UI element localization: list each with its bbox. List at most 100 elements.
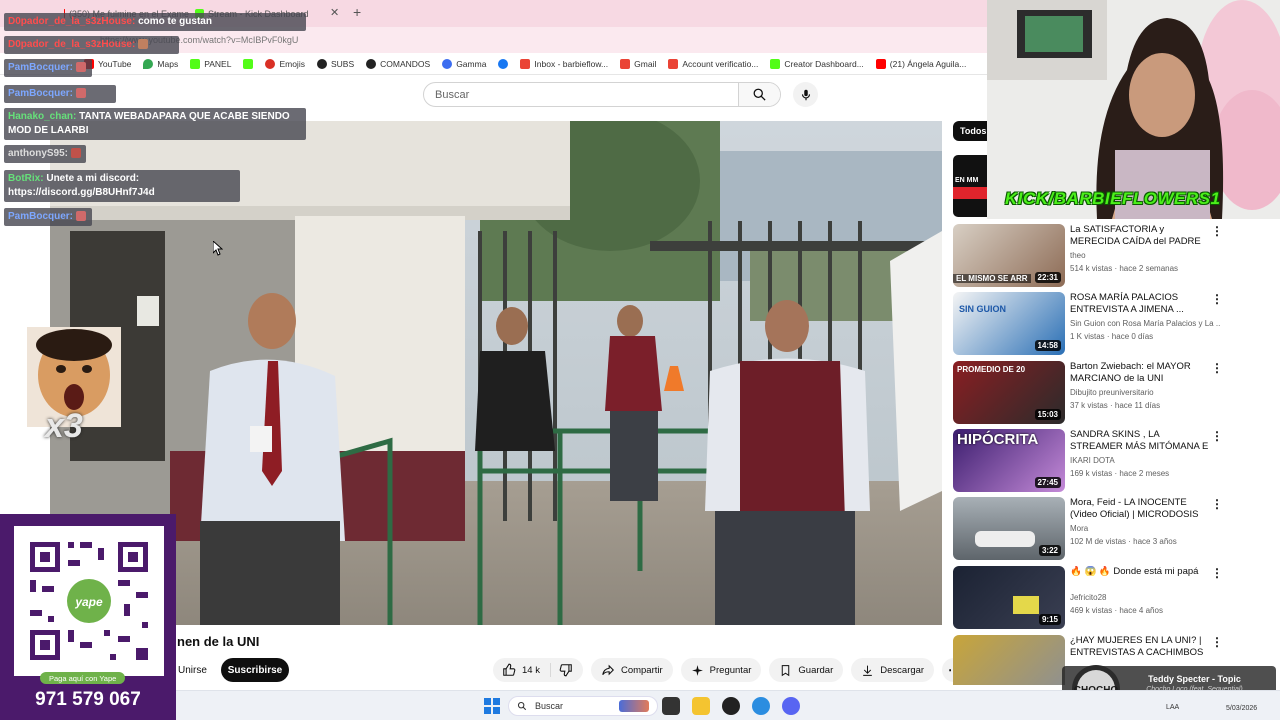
bookmark-label: Maps [157,58,179,69]
recommendation-meta: 37 k vistas · hace 11 días [1070,401,1161,410]
obs-icon[interactable] [722,697,740,715]
chat-text: como te gustan [138,16,212,27]
bookmark-kick[interactable] [243,58,254,69]
more-vertical-icon[interactable]: ⋮ [1211,635,1223,649]
more-vertical-icon[interactable]: ⋮ [1211,361,1223,375]
discord-icon[interactable] [782,697,800,715]
recommendation-channel: IKARI DOTA [1070,456,1115,465]
voice-search-button[interactable] [793,82,818,107]
svg-text:yape: yape [74,595,103,609]
ask-button[interactable]: Preguntar [680,658,762,682]
dislike-button[interactable] [551,663,583,677]
chat-username: anthonyS95: [8,148,69,159]
more-vertical-icon[interactable]: ⋮ [1211,224,1223,238]
taskbar-language: LAA [1166,704,1180,711]
taskview-icon[interactable] [662,697,680,715]
recommendation-meta: 169 k vistas · hace 2 meses [1070,469,1170,478]
recommendation-thumbnail-partial[interactable]: EN MM [953,155,987,217]
recommendation-item[interactable]: EL MISMO SE ARR 22:31 La SATISFACTORIA y… [953,224,1233,288]
sparkle-icon [691,664,703,676]
join-button[interactable]: Unirse [176,658,209,682]
new-tab-icon[interactable]: + [353,4,361,20]
bookmark-label: Emojis [279,58,305,69]
recommendation-thumbnail: 9:15 [953,566,1065,629]
chat-username: PamBocquer: [8,211,74,222]
gear-icon [316,58,327,69]
thumbs-up-icon [503,663,516,676]
chat-message: Hanako_chan: TANTA WEBADAPARA QUE ACABE … [4,108,306,140]
bookmark-gmail[interactable]: Gmail [620,58,656,69]
taskbar-search[interactable]: Buscar [508,696,658,716]
video-duration: 9:15 [1038,614,1061,625]
search-button[interactable] [738,83,780,106]
thumbnail-art [975,531,1035,547]
like-button[interactable]: 14 k [493,663,551,677]
donate-note: Paga aquí con Yape [40,672,126,684]
bookmark-creator[interactable]: Creator Dashboard... [770,58,864,69]
search-box [423,82,781,107]
bookmark-label: Inbox - barbieflow... [534,58,609,69]
recommendation-item[interactable]: SIN GUION 14:58 ROSA MARÍA PALACIOS ENTR… [953,292,1233,356]
bookmark-emojis[interactable]: Emojis [265,58,305,69]
bookmark-facebook[interactable] [498,58,509,69]
recommendation-item[interactable]: 9:15 🔥 😱 🔥 Donde está mi papá Jefricito2… [953,566,1233,630]
emote-icon [75,211,86,222]
chat-message: D0pador_de_la_s3zHouse: como te gustan [4,13,306,31]
donation-panel: yape Paga aquí con Yape 971 579 067 [0,514,176,720]
more-vertical-icon[interactable]: ⋮ [1211,429,1223,443]
recommendation-title: ¿HAY MUJERES EN LA UNI? | ENTREVISTAS A … [1070,635,1204,658]
subscribe-button[interactable]: Suscribirse [221,658,289,682]
chat-message: PamBocquer: [4,59,92,77]
emote-multiplier: x3 [45,407,83,445]
gmail-icon [620,58,631,69]
recommendation-item[interactable]: HIPÓCRITA 27:45 SANDRA SKINS , LA STREAM… [953,429,1233,493]
recommendation-meta: 514 k vistas · hace 2 semanas [1070,264,1179,273]
taskbar-date: 5/03/2026 [1226,705,1258,712]
bookmark-maps[interactable]: Maps [143,58,179,69]
close-tab-icon[interactable]: ✕ [330,6,339,19]
download-icon [863,665,873,676]
bookmark-label: Gamma [456,58,487,69]
windows-start-icon[interactable] [484,698,500,714]
more-vertical-icon[interactable]: ⋮ [1211,566,1223,580]
emote-icon [75,88,86,99]
more-vertical-icon[interactable]: ⋮ [1211,292,1223,306]
streamer-handle: KICK/BARBIEFLOWERS1 [1005,189,1221,208]
recommendation-item[interactable]: 3:22 Mora, Feid - LA INOCENTE (Video Ofi… [953,497,1233,561]
bookmark-angela[interactable]: (21) Ángela Aguila... [875,58,966,69]
recommendation-title: Barton Zwiebach: el MAYOR MARCIANO de la… [1070,361,1191,384]
chat-username: BotRix: [8,173,44,184]
save-button[interactable]: Guardar [769,658,844,682]
recommendation-thumbnail [953,635,1065,685]
bookmark-label: Account verificatio... [682,58,759,69]
bookmark-subs[interactable]: SUBS [316,58,355,69]
search-input[interactable] [424,83,738,106]
recommendation-thumbnail: SIN GUION 14:58 [953,292,1065,355]
bookmark-account[interactable]: Account verificatio... [668,58,759,69]
file-explorer-icon[interactable] [692,697,710,715]
like-dislike-group: 14 k [493,658,583,682]
search-area [423,82,823,107]
more-vertical-icon[interactable]: ⋮ [1211,497,1223,511]
share-button[interactable]: Compartir [590,658,673,682]
recommendation-item[interactable]: PROMEDIO DE 20 15:03 Barton Zwiebach: el… [953,361,1233,425]
qr-code: yape [14,526,164,676]
search-icon [517,701,527,711]
download-button[interactable]: Descargar [851,658,935,682]
thumbnail-caption: PROMEDIO DE 20 [957,365,1026,374]
bookmark-gamma[interactable]: Gamma [442,58,487,69]
video-duration: 22:31 [1034,272,1061,283]
bookmark-icon [782,664,790,676]
chat-message: anthonyS95: [4,145,86,163]
bookmark-panel[interactable]: PANEL [190,58,231,69]
share-label: Compartir [620,664,663,676]
save-label: Guardar [798,664,834,676]
recommendation-meta: 1 K vistas · hace 0 días [1070,332,1154,341]
bookmark-comandos[interactable]: COMANDOS [366,58,430,69]
chrome-icon[interactable] [752,697,770,715]
bookmark-inbox[interactable]: Inbox - barbieflow... [520,58,609,69]
chat-username: PamBocquer: [8,88,74,99]
video-actions: 14 k Compartir Preguntar Guardar Descarg… [493,658,967,682]
recommendation-title: Mora, Feid - LA INOCENTE (Video Oficial)… [1070,497,1199,520]
bookmark-label: SUBS [330,58,355,69]
